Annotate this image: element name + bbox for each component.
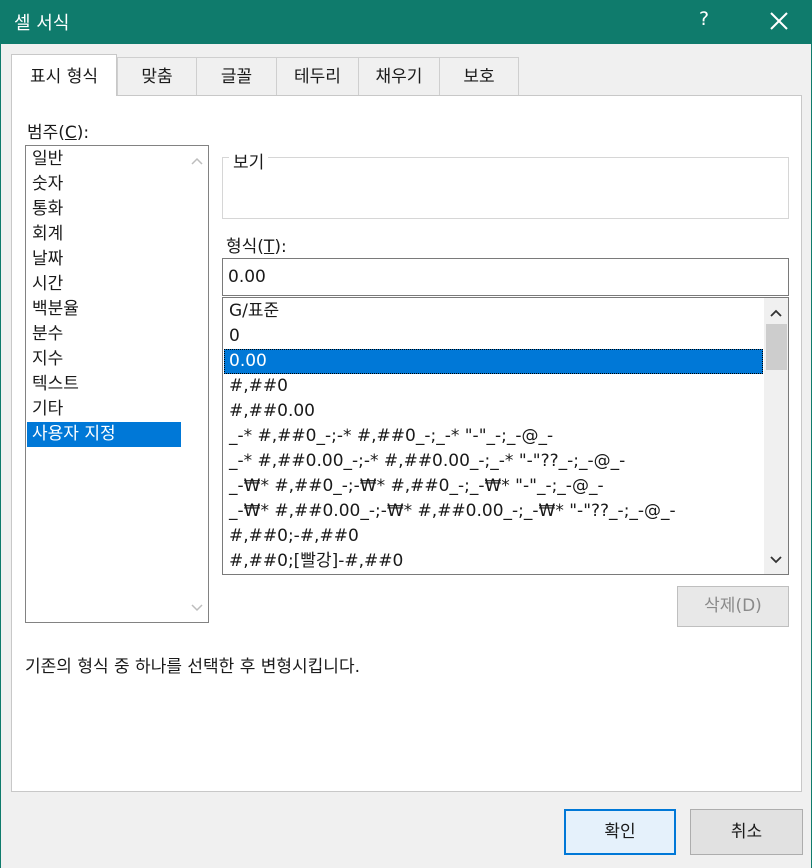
format-list-item[interactable]: _-* #,##0_-;-* #,##0_-;_-* "-"_-;_-@_- — [224, 424, 763, 449]
category-item-time[interactable]: 시간 — [27, 272, 181, 297]
preview-label: 보기 — [229, 148, 269, 173]
scrollbar-thumb[interactable] — [766, 324, 787, 370]
format-list-item[interactable]: G/표준 — [224, 299, 763, 324]
tab-protection[interactable]: 보호 — [439, 57, 519, 95]
chevron-down-icon — [190, 603, 203, 611]
category-item-currency[interactable]: 통화 — [27, 197, 181, 222]
chevron-up-icon — [190, 157, 203, 165]
category-item-accounting[interactable]: 회계 — [27, 222, 181, 247]
scroll-up-button[interactable] — [188, 152, 205, 169]
format-list-item[interactable]: _-₩* #,##0.00_-;-₩* #,##0.00_-;_-₩* "-"?… — [224, 499, 763, 524]
format-list-item[interactable]: 0 — [224, 324, 763, 349]
format-list-item[interactable]: #,##0;[빨강]-#,##0 — [224, 549, 763, 574]
format-label: 형식(T): — [226, 237, 287, 257]
format-list-item[interactable]: #,##0.00 — [224, 399, 763, 424]
format-list-item-selected[interactable]: 0.00 — [224, 349, 763, 374]
category-item-number[interactable]: 숫자 — [27, 172, 181, 197]
tab-fill[interactable]: 채우기 — [358, 57, 440, 95]
tab-alignment[interactable]: 맞춤 — [117, 57, 197, 95]
category-item-general[interactable]: 일반 — [27, 147, 181, 172]
category-item-percentage[interactable]: 백분율 — [27, 297, 181, 322]
close-icon — [770, 12, 788, 30]
preview-box — [222, 157, 789, 219]
format-description: 기존의 형식 중 하나를 선택한 후 변형시킵니다. — [25, 657, 360, 677]
window-border-left — [0, 44, 1, 868]
scroll-up-button[interactable] — [767, 304, 784, 321]
tab-font[interactable]: 글꼴 — [196, 57, 277, 95]
tab-number-format[interactable]: 표시 형식 — [11, 54, 117, 96]
close-button[interactable] — [766, 8, 792, 34]
format-list-item[interactable]: _-* #,##0.00_-;-* #,##0.00_-;_-* "-"??_-… — [224, 449, 763, 474]
chevron-up-icon — [769, 309, 782, 317]
category-item-text[interactable]: 텍스트 — [27, 372, 181, 397]
help-button[interactable]: ? — [699, 8, 709, 30]
window-title: 셀 서식 — [14, 13, 70, 34]
format-scrollbar[interactable] — [764, 298, 788, 574]
category-scrollbar[interactable] — [184, 146, 208, 622]
chevron-down-icon — [769, 555, 782, 563]
delete-button[interactable]: 삭제(D) — [677, 586, 789, 627]
format-list-item[interactable]: _-₩* #,##0_-;-₩* #,##0_-;_-₩* "-"_-;_-@_… — [224, 474, 763, 499]
scroll-down-button[interactable] — [767, 551, 784, 568]
category-item-date[interactable]: 날짜 — [27, 247, 181, 272]
category-label: 범주(C): — [27, 123, 90, 143]
format-list-item[interactable]: #,##0;-#,##0 — [224, 524, 763, 549]
category-list[interactable]: 일반 숫자 통화 회계 날짜 시간 백분율 분수 지수 텍스트 기타 사용자 지… — [25, 145, 209, 623]
title-bar: 셀 서식 ? — [0, 0, 812, 44]
category-item-custom[interactable]: 사용자 지정 — [27, 422, 181, 447]
tab-border[interactable]: 테두리 — [276, 57, 359, 95]
format-list-item[interactable]: #,##0 — [224, 374, 763, 399]
category-item-fraction[interactable]: 분수 — [27, 322, 181, 347]
format-list[interactable]: G/표준 0 0.00 #,##0 #,##0.00 _-* #,##0_-;-… — [222, 297, 789, 575]
category-item-scientific[interactable]: 지수 — [27, 347, 181, 372]
scroll-down-button[interactable] — [188, 599, 205, 616]
category-item-special[interactable]: 기타 — [27, 397, 181, 422]
format-input[interactable]: 0.00 — [222, 258, 789, 296]
ok-button[interactable]: 확인 — [564, 809, 676, 855]
cancel-button[interactable]: 취소 — [690, 809, 803, 855]
